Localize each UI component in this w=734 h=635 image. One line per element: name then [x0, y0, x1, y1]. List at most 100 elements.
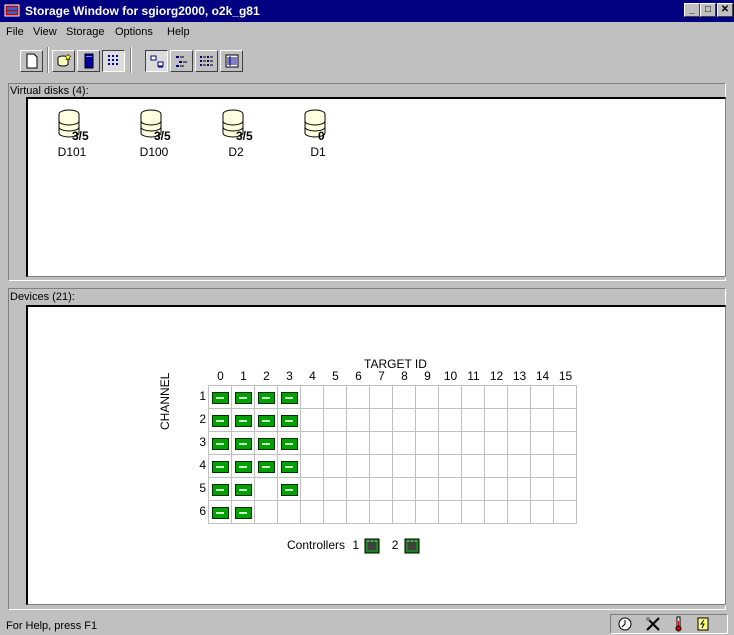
- virtual-disk-item[interactable]: 3/5 D2: [206, 109, 266, 159]
- grid-cell[interactable]: [553, 454, 577, 478]
- menu-view[interactable]: View: [33, 26, 57, 38]
- grid-cell[interactable]: [231, 431, 255, 455]
- grid-cell[interactable]: [484, 500, 508, 524]
- virtual-disk-item[interactable]: 3/5 D100: [124, 109, 184, 159]
- grid-cell[interactable]: [507, 385, 531, 409]
- new-button[interactable]: [20, 50, 43, 72]
- disk-device-icon[interactable]: [212, 392, 229, 404]
- disk-device-icon[interactable]: [212, 484, 229, 496]
- disk-device-icon[interactable]: [281, 392, 298, 404]
- grid-cell[interactable]: [369, 500, 393, 524]
- grid-cell[interactable]: [438, 454, 462, 478]
- grid-cell[interactable]: [369, 431, 393, 455]
- add-disk-button[interactable]: [52, 50, 75, 72]
- grid-cell[interactable]: [507, 408, 531, 432]
- grid-cell[interactable]: [323, 500, 347, 524]
- disk-device-icon[interactable]: [281, 461, 298, 473]
- grid-cell[interactable]: [415, 385, 439, 409]
- grid-cell[interactable]: [346, 385, 370, 409]
- grid-cell[interactable]: [254, 408, 278, 432]
- details-button[interactable]: [220, 50, 243, 72]
- grid-cell[interactable]: [392, 477, 416, 501]
- virtual-disk-item[interactable]: 0 D1: [288, 109, 348, 159]
- grid-cell[interactable]: [231, 500, 255, 524]
- grid-cell[interactable]: [392, 431, 416, 455]
- grid-cell[interactable]: [277, 477, 301, 501]
- list-button[interactable]: [195, 50, 218, 72]
- controller-icon[interactable]: [364, 538, 380, 554]
- grid-cell[interactable]: [392, 385, 416, 409]
- grid-cell[interactable]: [438, 431, 462, 455]
- grid-cell[interactable]: [392, 500, 416, 524]
- grid-cell[interactable]: [254, 500, 278, 524]
- devices-pane[interactable]: TARGET ID 0 1 2 3 4 5 6 7 8 9 10 11 12 13 14 15 CHANNEL…: [26, 305, 726, 605]
- disk-device-icon[interactable]: [258, 415, 275, 427]
- close-button[interactable]: ✕: [717, 3, 733, 17]
- grid-cell[interactable]: [277, 454, 301, 478]
- grid-cell[interactable]: [231, 408, 255, 432]
- menu-options[interactable]: Options: [115, 26, 153, 38]
- grid-cell[interactable]: [415, 431, 439, 455]
- grid-cell[interactable]: [323, 454, 347, 478]
- grid-cell[interactable]: [369, 477, 393, 501]
- grid-cell[interactable]: [277, 408, 301, 432]
- grid-cell[interactable]: [438, 385, 462, 409]
- small-icons-button[interactable]: [170, 50, 193, 72]
- grid-cell[interactable]: [507, 500, 531, 524]
- grid-cell[interactable]: [277, 500, 301, 524]
- disk-device-icon[interactable]: [235, 392, 252, 404]
- grid-cell[interactable]: [231, 477, 255, 501]
- grid-cell[interactable]: [300, 385, 324, 409]
- grid-cell[interactable]: [461, 408, 485, 432]
- grid-cell[interactable]: [208, 454, 232, 478]
- grid-cell[interactable]: [208, 408, 232, 432]
- virtual-disk-item[interactable]: 3/5 D101: [42, 109, 102, 159]
- grid-cell[interactable]: [415, 408, 439, 432]
- disk-device-icon[interactable]: [235, 415, 252, 427]
- grid-cell[interactable]: [530, 454, 554, 478]
- device-grid[interactable]: [208, 385, 577, 524]
- disk-device-icon[interactable]: [258, 392, 275, 404]
- power-supply-icon[interactable]: [695, 616, 711, 632]
- grid-cell[interactable]: [208, 500, 232, 524]
- grid-cell[interactable]: [484, 477, 508, 501]
- thermometer-icon[interactable]: [670, 616, 686, 632]
- grid-cell[interactable]: [323, 385, 347, 409]
- menu-help[interactable]: Help: [167, 26, 190, 38]
- grid-cell[interactable]: [392, 408, 416, 432]
- grid-cell[interactable]: [553, 431, 577, 455]
- grid-cell[interactable]: [300, 431, 324, 455]
- grid-cell[interactable]: [300, 500, 324, 524]
- grid-cell[interactable]: [346, 454, 370, 478]
- grid-cell[interactable]: [530, 385, 554, 409]
- grid-cell[interactable]: [346, 500, 370, 524]
- grid-cell[interactable]: [484, 385, 508, 409]
- grid-cell[interactable]: [277, 385, 301, 409]
- grid-cell[interactable]: [530, 408, 554, 432]
- grid-cell[interactable]: [231, 454, 255, 478]
- grid-cell[interactable]: [323, 431, 347, 455]
- grid-cell[interactable]: [208, 477, 232, 501]
- grid-cell[interactable]: [369, 454, 393, 478]
- disk-device-icon[interactable]: [212, 507, 229, 519]
- grid-cell[interactable]: [208, 431, 232, 455]
- grid-cell[interactable]: [553, 408, 577, 432]
- controller-icon[interactable]: [404, 538, 420, 554]
- disk-device-icon[interactable]: [258, 461, 275, 473]
- grid-cell[interactable]: [254, 431, 278, 455]
- grid-cell[interactable]: [484, 431, 508, 455]
- grid-cell[interactable]: [438, 477, 462, 501]
- disk-device-icon[interactable]: [235, 438, 252, 450]
- grid-cell[interactable]: [369, 408, 393, 432]
- grid-cell[interactable]: [461, 477, 485, 501]
- menu-file[interactable]: File: [6, 26, 24, 38]
- grid-cell[interactable]: [461, 431, 485, 455]
- grid-cell[interactable]: [346, 408, 370, 432]
- disk-device-icon[interactable]: [235, 461, 252, 473]
- tools-icon[interactable]: [645, 616, 661, 632]
- grid-cell[interactable]: [530, 477, 554, 501]
- grid-cell[interactable]: [415, 454, 439, 478]
- grid-cell[interactable]: [530, 431, 554, 455]
- disk-device-icon[interactable]: [235, 507, 252, 519]
- grid-cell[interactable]: [415, 477, 439, 501]
